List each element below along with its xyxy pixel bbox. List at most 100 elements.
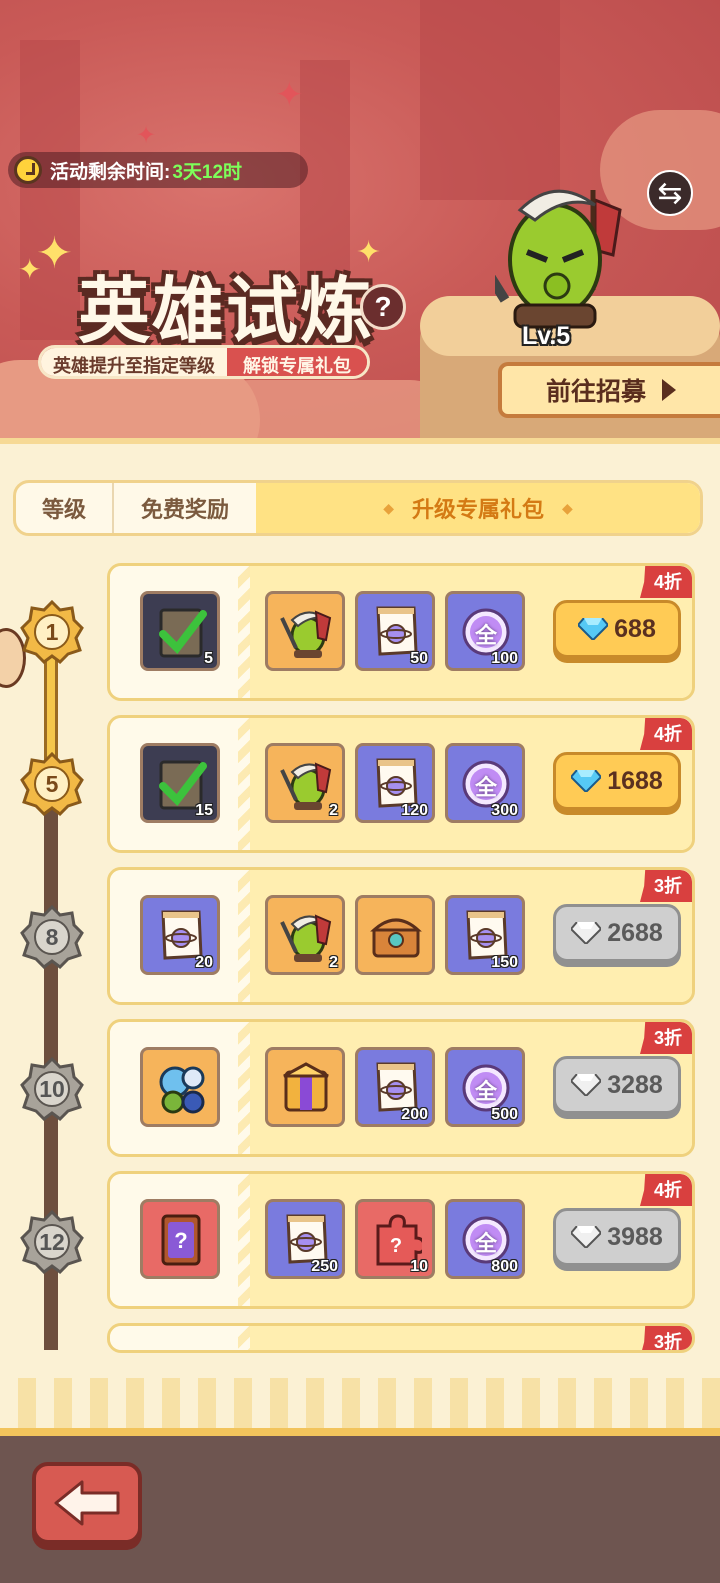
level-number: 5 [45, 770, 59, 797]
tab-level[interactable]: 等级 [16, 483, 114, 533]
arrow-left-icon [54, 1480, 120, 1526]
reward-item[interactable]: 10 [355, 1199, 435, 1279]
reward-item[interactable] [265, 591, 345, 671]
recruit-button[interactable]: 前往招募 [498, 362, 720, 418]
orb-label: 全 [474, 775, 497, 800]
item-count: 500 [491, 1106, 518, 1123]
price-value: 1688 [607, 766, 663, 795]
buy-button[interactable]: 1688 [553, 752, 681, 810]
tab-label: 升级专属礼包 [411, 497, 544, 522]
mystery-box-icon [280, 1060, 332, 1116]
item-count: 200 [401, 1106, 428, 1123]
subtitle-reward: 解锁专属礼包 [227, 348, 367, 376]
reward-item[interactable]: 50 [355, 591, 435, 671]
reward-item[interactable]: 200 [355, 1047, 435, 1127]
reward-item[interactable]: 20 [140, 895, 220, 975]
clock-icon [14, 156, 42, 184]
event-title: 英雄试炼 [78, 272, 375, 352]
item-count: 300 [491, 802, 518, 819]
level-number: 8 [45, 923, 59, 950]
reward-item[interactable] [140, 1199, 220, 1279]
discount-badge: 3折 [639, 1022, 692, 1054]
event-subtitle: 英雄提升至指定等级 解锁专属礼包 [38, 345, 370, 379]
price-value: 2688 [607, 918, 663, 947]
treasure-chest-icon [370, 908, 422, 964]
reward-item[interactable]: 15 [140, 743, 220, 823]
item-count: 150 [491, 954, 518, 971]
swap-hero-button[interactable]: ⇆ [647, 170, 693, 216]
castle-silhouette [20, 40, 80, 340]
buy-button-locked[interactable]: 3988 [553, 1208, 681, 1266]
reward-item[interactable]: 2 [265, 895, 345, 975]
level-node-locked: 12 [20, 1210, 84, 1274]
discount-badge: 4折 [639, 718, 692, 750]
panel-bottom-border [0, 1378, 720, 1428]
reward-item[interactable]: 全 100 [445, 591, 525, 671]
tab-label: 免费奖励 [140, 497, 229, 522]
hero-level: Lv.5 [522, 322, 571, 350]
back-button[interactable] [32, 1462, 142, 1544]
item-count: 5 [204, 650, 213, 667]
gift-row: 3折 20 2 150 2688 [107, 867, 695, 1005]
diamond-icon [571, 1226, 601, 1248]
sparkle-icon: ✦ [275, 76, 304, 114]
gift-row-partial: 3折 [107, 1323, 695, 1353]
item-count: 120 [401, 802, 428, 819]
orb-label: 全 [474, 1231, 497, 1256]
diamond-icon [571, 922, 601, 944]
level-number: 12 [39, 1228, 65, 1255]
event-timer: 活动剩余时间: 3天12时 [8, 152, 308, 188]
tab-label: 等级 [41, 497, 86, 522]
item-count: 100 [491, 650, 518, 667]
buy-button-locked[interactable]: 3288 [553, 1056, 681, 1114]
tab-bar: 等级 免费奖励 ◆ 升级专属礼包 ◆ [13, 480, 703, 536]
timer-label: 活动剩余时间: [50, 161, 171, 183]
orb-label: 全 [474, 623, 497, 648]
hero-orc-icon [280, 604, 332, 660]
reward-item[interactable]: 全 800 [445, 1199, 525, 1279]
hero-orc-portrait [495, 189, 622, 329]
reward-item[interactable]: 120 [355, 743, 435, 823]
diamond-icon [578, 618, 608, 640]
level-number: 1 [45, 618, 59, 645]
price-value: 3288 [607, 1070, 663, 1099]
subtitle-condition: 英雄提升至指定等级 [41, 348, 227, 376]
tab-upgrade-packs[interactable]: ◆ 升级专属礼包 ◆ [256, 483, 700, 533]
price-value: 688 [614, 614, 656, 643]
reward-item[interactable]: 2 [265, 743, 345, 823]
integral-book-claimed-icon [155, 604, 207, 660]
hero-pack-icon [155, 1060, 207, 1116]
level-node-locked: 8 [20, 905, 84, 969]
sparkle-icon: ✦ [136, 122, 157, 149]
buy-button-locked[interactable]: 2688 [553, 904, 681, 962]
buy-button[interactable]: 688 [553, 600, 681, 658]
diamond-icon [571, 770, 601, 792]
diamond-bullet-icon: ◆ [383, 499, 394, 516]
item-count: 2 [329, 954, 338, 971]
discount-badge: 4折 [639, 566, 692, 598]
reward-item[interactable]: 全 500 [445, 1047, 525, 1127]
item-count: 250 [311, 1258, 338, 1275]
diamond-bullet-icon: ◆ [562, 499, 573, 516]
reward-item[interactable]: 150 [445, 895, 525, 975]
help-button[interactable]: ? [360, 284, 406, 330]
item-count: 10 [410, 1258, 428, 1275]
item-count: 800 [491, 1258, 518, 1275]
tab-free-rewards[interactable]: 免费奖励 [114, 483, 256, 533]
reward-item[interactable]: 全 300 [445, 743, 525, 823]
reward-item[interactable]: 5 [140, 591, 220, 671]
level-node: 1 [20, 600, 84, 664]
reward-item[interactable] [265, 1047, 345, 1127]
hero-orc-icon [280, 908, 332, 964]
reward-item[interactable] [140, 1047, 220, 1127]
sparkle-icon: ✦ [18, 254, 42, 285]
item-count: 2 [329, 802, 338, 819]
sparkle-icon: ✦ [36, 229, 73, 278]
gift-row: 4折 5 50 全 100 688 [107, 563, 695, 701]
price-value: 3988 [607, 1222, 663, 1251]
reward-item[interactable] [355, 895, 435, 975]
gift-row: 4折 250 10 全 800 3988 [107, 1171, 695, 1309]
recruit-label: 前往招募 [546, 378, 647, 406]
item-count: 15 [195, 802, 213, 819]
reward-item[interactable]: 250 [265, 1199, 345, 1279]
